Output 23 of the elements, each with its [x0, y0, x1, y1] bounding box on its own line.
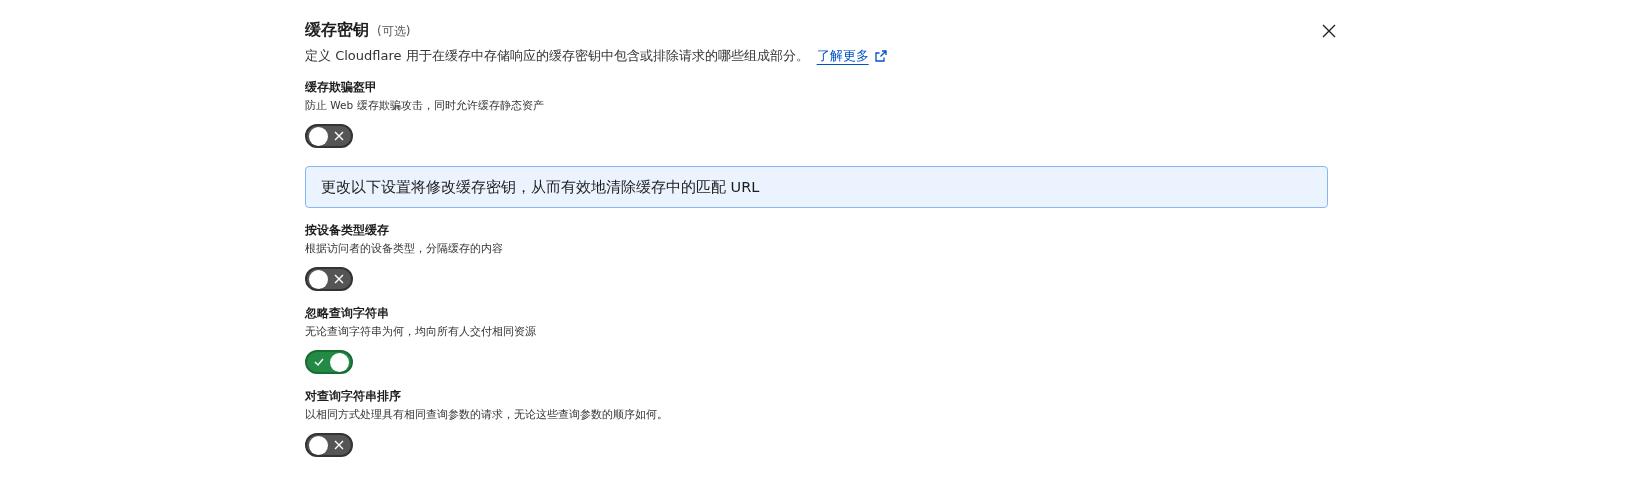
- setting-title: 对查询字符串排序: [305, 388, 402, 405]
- learn-more-link[interactable]: 了解更多: [816, 47, 887, 65]
- toggle-switch[interactable]: [305, 350, 353, 374]
- x-icon: [334, 131, 344, 141]
- setting-title: 忽略查询字符串: [305, 305, 390, 322]
- setting-description: 无论查询字符串为何，均向所有人交付相同资源: [305, 325, 537, 339]
- toggle-switch[interactable]: [305, 433, 353, 457]
- setting-description: 根据访问者的设备类型，分隔缓存的内容: [305, 242, 504, 256]
- close-icon: [1322, 23, 1336, 38]
- external-link-icon: [874, 50, 887, 62]
- check-icon: [314, 357, 324, 367]
- toggle-switch[interactable]: [305, 267, 353, 291]
- optional-label: (可选): [377, 23, 411, 40]
- setting-description: 以相同方式处理具有相同查询参数的请求，无论这些查询参数的顺序如何。: [305, 408, 669, 422]
- setting-description: 防止 Web 缓存欺骗攻击，同时允许缓存静态资产: [305, 99, 545, 113]
- x-icon: [334, 274, 344, 284]
- toggle-switch[interactable]: [305, 124, 353, 148]
- setting-title: 按设备类型缓存: [305, 222, 390, 239]
- notice-banner: 更改以下设置将修改缓存密钥，从而有效地清除缓存中的匹配 URL: [305, 166, 1328, 208]
- setting-title: 缓存欺骗盔甲: [305, 79, 378, 96]
- panel-description: 定义 Cloudflare 用于在缓存中存储响应的缓存密钥中包含或排除请求的哪些组成部分。: [305, 47, 809, 65]
- x-icon: [334, 440, 344, 450]
- panel-title: 缓存密钥: [305, 20, 369, 41]
